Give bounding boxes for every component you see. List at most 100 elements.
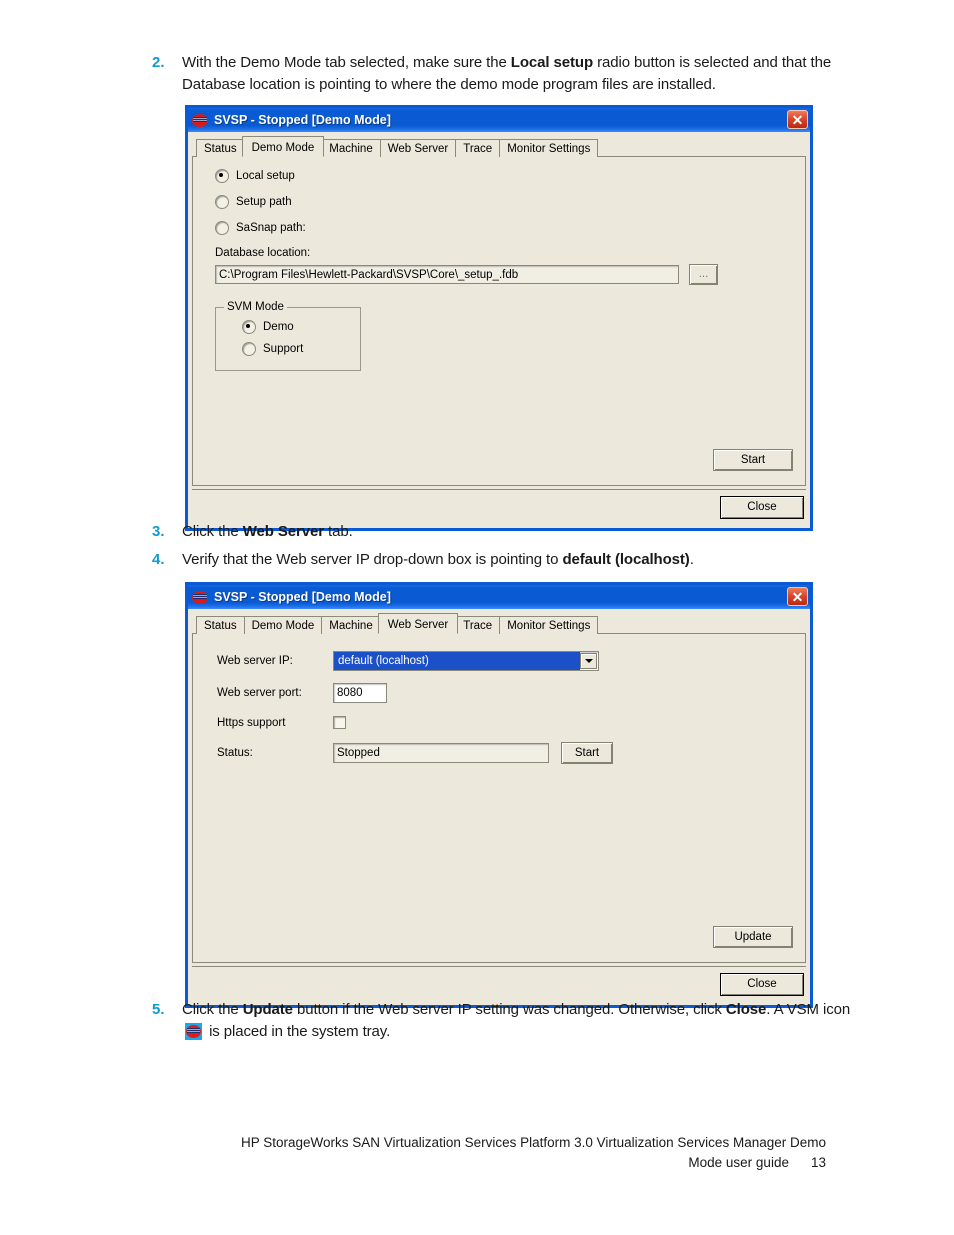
step-3-number: 3. bbox=[152, 523, 165, 540]
tab-web-server[interactable]: Web Server bbox=[379, 139, 457, 157]
step-2: 2. With the Demo Mode tab selected, make… bbox=[152, 52, 842, 95]
footer-line-2: Mode user guide bbox=[688, 1155, 789, 1170]
step-5-number: 5. bbox=[152, 1001, 165, 1018]
radio-setup-path-indicator bbox=[215, 195, 229, 209]
demo-dialog-body: Status Demo Mode Machine Web Server Trac… bbox=[188, 132, 810, 528]
database-location-label: Database location: bbox=[215, 247, 311, 259]
step-4: 4. Verify that the Web server IP drop-do… bbox=[152, 549, 842, 571]
step-4-text: Verify that the Web server IP drop-down … bbox=[182, 549, 694, 571]
status-value-field: Stopped bbox=[333, 743, 549, 763]
step-4-seg-2: . bbox=[689, 551, 694, 568]
svsp-app-icon bbox=[192, 113, 208, 128]
radio-sasnap-path-label: SaSnap path: bbox=[236, 222, 306, 234]
demo-dialog-title: SVSP - Stopped [Demo Mode] bbox=[214, 113, 391, 127]
radio-svm-support-indicator bbox=[242, 342, 256, 356]
step-2-seg-0: With the Demo Mode tab selected, make su… bbox=[182, 54, 511, 71]
radio-sasnap-path[interactable]: SaSnap path: bbox=[215, 221, 795, 235]
step-5-text: Click the Update button if the Web serve… bbox=[182, 999, 852, 1042]
tab-monitor-settings[interactable]: Monitor Settings bbox=[499, 616, 599, 634]
tab-machine[interactable]: Machine bbox=[321, 616, 381, 634]
https-support-label: Https support bbox=[217, 716, 286, 729]
web-server-tabpage: Web server IP: default (localhost) Web s… bbox=[192, 633, 806, 963]
tab-machine[interactable]: Machine bbox=[321, 139, 381, 157]
web-server-ip-select[interactable]: default (localhost) bbox=[333, 651, 599, 671]
step-4-number: 4. bbox=[152, 551, 165, 568]
svsp-app-icon bbox=[192, 590, 208, 605]
tab-status[interactable]: Status bbox=[196, 616, 245, 634]
start-button[interactable]: Start bbox=[713, 449, 793, 471]
step-5-seg-4: . A VSM icon bbox=[766, 1001, 851, 1018]
https-support-checkbox[interactable] bbox=[333, 716, 346, 729]
start-button[interactable]: Start bbox=[561, 742, 613, 764]
demo-dialog-buttonrow: Close bbox=[192, 489, 806, 523]
step-5-seg-1: Update bbox=[242, 1001, 293, 1018]
tab-trace[interactable]: Trace bbox=[455, 616, 501, 634]
close-icon[interactable]: ✕ bbox=[787, 587, 808, 606]
svm-mode-groupbox-title: SVM Mode bbox=[224, 301, 287, 313]
status-row: Status: Stopped Start bbox=[217, 742, 795, 764]
step-5: 5. Click the Update button if the Web se… bbox=[152, 999, 852, 1042]
close-button[interactable]: Close bbox=[720, 496, 804, 519]
step-3-text: Click the Web Server tab. bbox=[182, 521, 353, 543]
tab-demo-mode[interactable]: Demo Mode bbox=[241, 136, 325, 157]
step-3-seg-2: tab. bbox=[323, 523, 353, 540]
web-server-ip-selected-value: default (localhost) bbox=[334, 652, 580, 670]
step-3-seg-0: Click the bbox=[182, 523, 243, 540]
tab-monitor-settings[interactable]: Monitor Settings bbox=[499, 139, 599, 157]
web-server-ip-label: Web server IP: bbox=[217, 655, 293, 667]
close-button[interactable]: Close bbox=[720, 973, 804, 996]
step-2-text: With the Demo Mode tab selected, make su… bbox=[182, 52, 842, 95]
step-2-seg-1: Local setup bbox=[510, 54, 594, 71]
radio-sasnap-path-indicator bbox=[215, 221, 229, 235]
web-server-ip-row: Web server IP: default (localhost) bbox=[217, 651, 795, 671]
radio-setup-path[interactable]: Setup path bbox=[215, 195, 795, 209]
database-location-input[interactable]: C:\Program Files\Hewlett-Packard\SVSP\Co… bbox=[215, 265, 679, 284]
radio-svm-demo-label: Demo bbox=[263, 321, 294, 333]
step-4-seg-0: Verify that the Web server IP drop-down … bbox=[182, 551, 563, 568]
tab-trace[interactable]: Trace bbox=[455, 139, 501, 157]
web-dialog-body: Status Demo Mode Machine Web Server Trac… bbox=[188, 609, 810, 1005]
step-5-seg-0: Click the bbox=[182, 1001, 243, 1018]
radio-local-setup-indicator bbox=[215, 169, 229, 183]
status-label: Status: bbox=[217, 747, 253, 759]
close-icon[interactable]: ✕ bbox=[787, 110, 808, 129]
svsp-demo-mode-dialog[interactable]: SVSP - Stopped [Demo Mode] ✕ Status Demo… bbox=[185, 105, 813, 531]
web-dialog-buttonrow: Close bbox=[192, 966, 806, 1000]
step-5-seg-6: is placed in the system tray. bbox=[205, 1022, 391, 1040]
https-support-row: Https support bbox=[217, 716, 795, 729]
tab-demo-mode[interactable]: Demo Mode bbox=[243, 616, 323, 634]
step-3: 3. Click the Web Server tab. bbox=[152, 521, 842, 543]
vsm-tray-icon bbox=[185, 1022, 202, 1040]
radio-local-setup[interactable]: Local setup bbox=[215, 169, 795, 183]
demo-dialog-tabstrip: Status Demo Mode Machine Web Server Trac… bbox=[192, 136, 806, 157]
page-footer: HP StorageWorks SAN Virtualization Servi… bbox=[241, 1133, 826, 1173]
step-5-seg-2: button if the Web server IP setting was … bbox=[292, 1001, 726, 1018]
radio-svm-demo-indicator bbox=[242, 320, 256, 334]
tab-status[interactable]: Status bbox=[196, 139, 245, 157]
web-dialog-title: SVSP - Stopped [Demo Mode] bbox=[214, 590, 391, 604]
svsp-web-server-dialog[interactable]: SVSP - Stopped [Demo Mode] ✕ Status Demo… bbox=[185, 582, 813, 1008]
web-dialog-tabstrip: Status Demo Mode Machine Web Server Trac… bbox=[192, 613, 806, 634]
tab-web-server[interactable]: Web Server bbox=[377, 613, 459, 634]
web-dialog-titlebar[interactable]: SVSP - Stopped [Demo Mode] ✕ bbox=[188, 585, 810, 609]
page-number: 13 bbox=[810, 1155, 826, 1170]
page-root: { "document": { "steps": [ { "number": "… bbox=[0, 0, 954, 1235]
browse-button[interactable]: ... bbox=[689, 264, 718, 285]
step-5-seg-3: Close bbox=[725, 1001, 767, 1018]
radio-svm-support[interactable]: Support bbox=[242, 342, 360, 356]
web-server-port-input[interactable]: 8080 bbox=[333, 683, 387, 703]
footer-line-2-wrap: Mode user guide 13 bbox=[241, 1153, 826, 1173]
radio-local-setup-label: Local setup bbox=[236, 170, 295, 182]
demo-dialog-titlebar[interactable]: SVSP - Stopped [Demo Mode] ✕ bbox=[188, 108, 810, 132]
step-3-seg-1: Web Server bbox=[242, 523, 324, 540]
step-4-seg-1: default (localhost) bbox=[562, 551, 690, 568]
web-server-port-row: Web server port: 8080 bbox=[217, 683, 795, 703]
chevron-down-icon[interactable] bbox=[580, 653, 597, 669]
database-location-row: C:\Program Files\Hewlett-Packard\SVSP\Co… bbox=[215, 264, 795, 285]
step-2-number: 2. bbox=[152, 54, 165, 71]
radio-svm-demo[interactable]: Demo bbox=[242, 320, 360, 334]
update-button[interactable]: Update bbox=[713, 926, 793, 948]
svm-mode-groupbox: SVM Mode Demo Support bbox=[215, 301, 361, 371]
radio-svm-support-label: Support bbox=[263, 343, 304, 355]
footer-line-1: HP StorageWorks SAN Virtualization Servi… bbox=[240, 1135, 826, 1150]
